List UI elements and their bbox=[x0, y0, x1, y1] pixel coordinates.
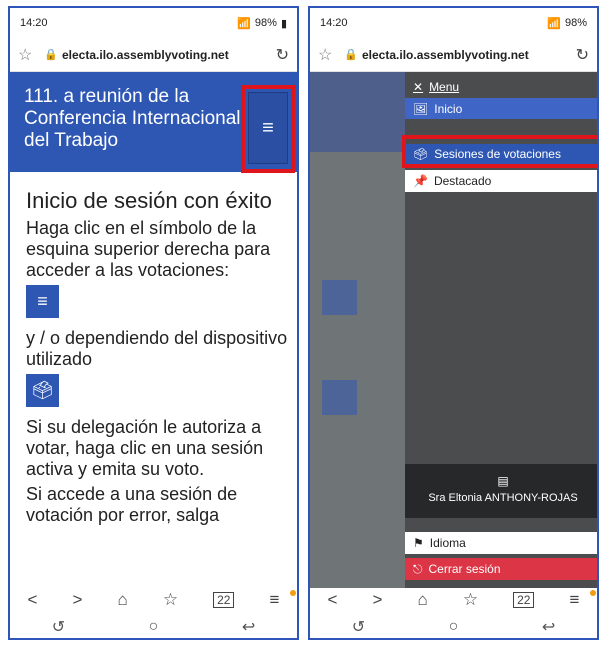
ballot-icon: 🗳 bbox=[31, 380, 54, 400]
menu-title: Menu bbox=[429, 80, 460, 94]
user-card-icon: ▤ bbox=[497, 474, 509, 488]
blurred-icon bbox=[322, 380, 357, 415]
menu-item-destacado[interactable]: 📌 Destacado bbox=[405, 170, 597, 192]
lock-icon: 🔒 bbox=[344, 49, 358, 61]
browser-nav-bar: < > ⌂ ☆ 22 ≡ bbox=[310, 588, 597, 612]
system-nav-bar: ↺ ○ ↩ bbox=[10, 612, 297, 638]
user-card: ▤ Sra Eltonia ANTHONY-ROJAS bbox=[405, 464, 597, 518]
status-time: 14:20 bbox=[20, 17, 48, 29]
menu-icon: ≡ bbox=[37, 291, 48, 311]
success-heading: Inicio de sesión con éxito bbox=[26, 188, 272, 213]
back-icon[interactable]: < bbox=[328, 590, 338, 610]
tabs-icon[interactable]: 22 bbox=[213, 592, 235, 608]
home-icon[interactable]: ⌂ bbox=[417, 590, 427, 610]
status-bar: 14:20 📶 98% bbox=[310, 8, 597, 38]
menu-item-label: Destacado bbox=[433, 174, 492, 188]
highlight-frame bbox=[402, 135, 597, 168]
menu-item-idioma[interactable]: ⚑ Idioma bbox=[405, 532, 597, 554]
flag-icon: ⚑ bbox=[413, 536, 424, 550]
url-text[interactable]: electa.ilo.assemblyvoting.net bbox=[362, 48, 567, 62]
forward-icon[interactable]: > bbox=[373, 590, 383, 610]
home-system-icon[interactable]: ○ bbox=[149, 618, 159, 636]
forward-icon[interactable]: > bbox=[73, 590, 83, 610]
menu-item-cerrar-sesion[interactable]: ⎋ Cerrar sesión bbox=[405, 558, 597, 580]
battery-level: 98% bbox=[254, 17, 277, 29]
back-system-icon[interactable]: ↩ bbox=[542, 617, 555, 637]
battery-icon: ▮ bbox=[280, 17, 287, 30]
blurred-header bbox=[310, 72, 405, 152]
menu-close[interactable]: ✕ Menu bbox=[405, 76, 597, 98]
reload-icon[interactable]: ↻ bbox=[567, 45, 589, 65]
browser-menu-icon[interactable]: ≡ bbox=[270, 590, 280, 610]
pin-icon: 📌 bbox=[413, 174, 428, 188]
menu-item-label: Cerrar sesión bbox=[428, 562, 501, 576]
tabs-icon[interactable]: 22 bbox=[513, 592, 535, 608]
menu-item-inicio[interactable]: 🖼 Inicio bbox=[405, 98, 597, 119]
recents-icon[interactable]: ↺ bbox=[52, 617, 65, 637]
logout-icon: ⎋ bbox=[413, 561, 423, 576]
browser-url-bar: ☆ 🔒 electa.ilo.assemblyvoting.net ↻ bbox=[310, 38, 597, 72]
instructions: Inicio de sesión con éxito Haga clic en … bbox=[26, 188, 292, 526]
user-name: Sra Eltonia ANTHONY-ROJAS bbox=[428, 492, 578, 504]
lock-icon: 🔒 bbox=[44, 49, 58, 61]
menu-item-label: Inicio bbox=[434, 101, 463, 116]
menu-item-label: Idioma bbox=[429, 536, 466, 550]
home-icon[interactable]: ⌂ bbox=[117, 590, 127, 610]
status-bar: 14:20 📶 98% ▮ bbox=[10, 8, 297, 38]
left-phone-screen: 14:20 📶 98% ▮ ☆ 🔒 electa.ilo.assemblyvot… bbox=[8, 6, 299, 640]
battery-level: 98% bbox=[564, 17, 587, 29]
menu-icon-example: ≡ bbox=[26, 285, 59, 318]
bookmark-icon[interactable]: ☆ bbox=[463, 590, 478, 610]
back-icon[interactable]: < bbox=[28, 590, 38, 610]
instruction-text-2: y / o dependiendo del dispositivo utiliz… bbox=[26, 328, 288, 369]
reload-icon[interactable]: ↻ bbox=[267, 45, 289, 65]
home-icon: 🖼 bbox=[413, 101, 429, 116]
bookmark-icon[interactable]: ☆ bbox=[163, 590, 178, 610]
signal-icon: 📶 bbox=[547, 17, 561, 30]
close-icon: ✕ bbox=[413, 80, 424, 94]
notification-dot bbox=[290, 590, 296, 596]
highlight-frame bbox=[241, 85, 295, 173]
signal-icon: 📶 bbox=[237, 17, 251, 30]
status-icons: 📶 98% bbox=[547, 17, 587, 30]
instruction-text-1: Haga clic en el símbolo de la esquina su… bbox=[26, 218, 271, 280]
blurred-icon bbox=[322, 280, 357, 315]
blurred-page-background bbox=[310, 72, 405, 588]
instruction-text-4: Si accede a una sesión de votación por e… bbox=[26, 484, 238, 525]
recents-icon[interactable]: ↺ bbox=[352, 617, 365, 637]
status-time: 14:20 bbox=[320, 17, 348, 29]
ballot-icon-example: 🗳 bbox=[26, 374, 59, 407]
star-icon[interactable]: ☆ bbox=[18, 45, 40, 65]
notification-dot bbox=[590, 590, 596, 596]
url-text[interactable]: electa.ilo.assemblyvoting.net bbox=[62, 48, 267, 62]
system-nav-bar: ↺ ○ ↩ bbox=[310, 612, 597, 638]
home-system-icon[interactable]: ○ bbox=[449, 618, 459, 636]
browser-menu-icon[interactable]: ≡ bbox=[570, 590, 580, 610]
browser-nav-bar: < > ⌂ ☆ 22 ≡ bbox=[10, 588, 297, 612]
page-title: 111. a reunión de la Conferencia Interna… bbox=[24, 86, 241, 151]
instruction-text-3: Si su delegación le autoriza a votar, ha… bbox=[26, 417, 264, 479]
back-system-icon[interactable]: ↩ bbox=[242, 617, 255, 637]
browser-url-bar: ☆ 🔒 electa.ilo.assemblyvoting.net ↻ bbox=[10, 38, 297, 72]
status-icons: 📶 98% ▮ bbox=[237, 17, 287, 30]
star-icon[interactable]: ☆ bbox=[318, 45, 340, 65]
right-phone-screen: 14:20 📶 98% ☆ 🔒 electa.ilo.assemblyvotin… bbox=[308, 6, 599, 640]
